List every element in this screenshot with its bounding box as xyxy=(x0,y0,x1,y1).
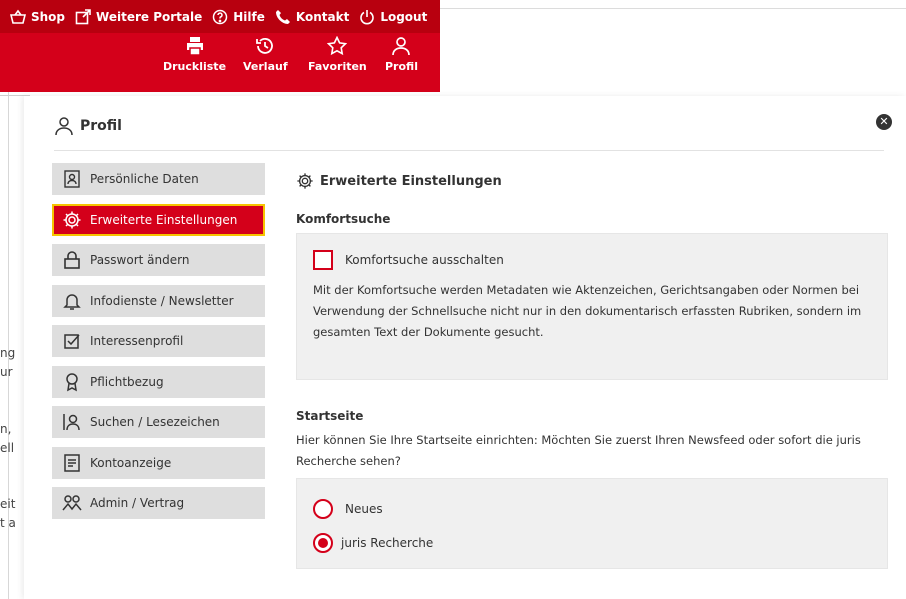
menu-item-suchen-lesezeichen[interactable]: Suchen / Lesezeichen xyxy=(52,406,265,438)
hilfe-link[interactable]: Hilfe xyxy=(212,0,265,33)
menu-item-erweiterte-einstellungen[interactable]: Erweiterte Einstellungen xyxy=(52,203,265,236)
menu-item-persoenliche-daten[interactable]: Persönliche Daten xyxy=(52,163,265,195)
phone-icon xyxy=(275,9,291,25)
option-juris-recherche[interactable]: juris Recherche xyxy=(313,529,871,557)
hilfe-label: Hilfe xyxy=(233,9,265,24)
gear-icon xyxy=(62,210,82,230)
lock-icon xyxy=(62,250,82,270)
menu-item-pflichtbezug[interactable]: Pflichtbezug xyxy=(52,365,265,398)
basket-icon xyxy=(10,9,26,25)
favoriten-label: Favoriten xyxy=(308,60,367,73)
menu-item-label: Infodienste / Newsletter xyxy=(90,293,234,308)
verlauf-label: Verlauf xyxy=(243,60,288,73)
komfortsuche-box: Komfortsuche ausschalten Mit der Komfort… xyxy=(296,233,888,380)
weitere-portale-label: Weitere Portale xyxy=(96,9,203,24)
content-heading: Erweiterte Einstellungen xyxy=(296,172,888,190)
profil-label: Profil xyxy=(385,60,418,73)
modal-title-label: Profil xyxy=(80,118,122,134)
menu-item-label: Admin / Vertrag xyxy=(90,496,185,510)
shop-link[interactable]: Shop xyxy=(10,0,65,33)
logout-label: Logout xyxy=(380,9,428,24)
document-icon xyxy=(62,453,82,473)
menu-item-interessenprofil[interactable]: Interessenprofil xyxy=(52,325,265,357)
komfortsuche-description: Mit der Komfortsuche werden Metadaten wi… xyxy=(313,283,862,339)
gear-icon xyxy=(297,173,313,189)
top-nav: Shop Weitere Portale Hilfe Kontakt Logou… xyxy=(0,0,427,33)
menu-item-label: Interessenprofil xyxy=(90,334,184,348)
person-card-icon xyxy=(62,169,82,189)
komfortsuche-checkbox-label[interactable]: Komfortsuche ausschalten xyxy=(345,253,504,267)
background-text-fragment: ell xyxy=(0,441,15,455)
close-icon: ✕ xyxy=(879,115,889,128)
help-icon xyxy=(212,9,228,25)
modal-title: Profil xyxy=(54,116,122,136)
background-text-fragment: n, xyxy=(0,422,12,436)
star-icon xyxy=(327,36,348,56)
menu-item-passwort-aendern[interactable]: Passwort ändern xyxy=(52,244,265,276)
weitere-portale-link[interactable]: Weitere Portale xyxy=(75,0,202,33)
content-heading-label: Erweiterte Einstellungen xyxy=(320,173,502,189)
option-neues[interactable]: Neues xyxy=(313,495,871,523)
radio-neues-label[interactable]: Neues xyxy=(345,502,383,516)
user-icon xyxy=(392,37,411,56)
radio-selected-dot xyxy=(318,538,328,548)
radio-juris-recherche-label[interactable]: juris Recherche xyxy=(341,536,433,550)
startseite-box: Neues juris Recherche xyxy=(296,478,888,569)
favoriten-button[interactable]: Favoriten xyxy=(308,36,367,73)
users-icon xyxy=(62,493,82,513)
background-text-fragment: ur xyxy=(0,365,13,379)
menu-item-label: Passwort ändern xyxy=(90,253,190,267)
close-button[interactable]: ✕ xyxy=(876,114,892,130)
menu-item-label: Persönliche Daten xyxy=(90,172,199,186)
background-divider xyxy=(440,8,906,9)
radio-juris-recherche[interactable] xyxy=(313,533,333,553)
verlauf-button[interactable]: Verlauf xyxy=(243,36,288,73)
history-icon xyxy=(256,38,274,54)
komfortsuche-checkbox[interactable] xyxy=(313,250,333,270)
checkbox-edit-icon xyxy=(62,331,82,351)
external-link-icon xyxy=(75,8,91,25)
power-icon xyxy=(359,9,375,25)
bell-icon xyxy=(62,291,82,311)
startseite-title: Startseite xyxy=(296,409,364,423)
komfortsuche-title: Komfortsuche xyxy=(296,212,391,226)
modal-divider xyxy=(54,150,884,151)
logout-link[interactable]: Logout xyxy=(359,0,427,33)
radio-neues[interactable] xyxy=(313,499,333,519)
profile-menu: Persönliche Daten Erweiterte Einstellung… xyxy=(52,163,265,528)
menu-item-label: Pflichtbezug xyxy=(90,374,164,389)
komfortsuche-row: Komfortsuche ausschalten xyxy=(313,250,871,270)
user-icon xyxy=(55,117,73,136)
award-icon xyxy=(62,372,82,392)
menu-item-admin-vertrag[interactable]: Admin / Vertrag xyxy=(52,487,265,519)
startseite-description: Hier können Sie Ihre Startseite einricht… xyxy=(296,433,861,468)
kontakt-label: Kontakt xyxy=(295,9,350,24)
printer-icon xyxy=(186,37,203,56)
druckliste-button[interactable]: Druckliste xyxy=(163,36,226,73)
profile-modal: Profil ✕ Persönliche Daten Erweiterte Ei… xyxy=(24,96,906,599)
search-person-icon xyxy=(62,412,82,432)
kontakt-link[interactable]: Kontakt xyxy=(275,0,349,33)
header-bar: Shop Weitere Portale Hilfe Kontakt Logou… xyxy=(0,0,440,92)
menu-item-label: Kontoanzeige xyxy=(90,455,172,470)
shop-label: Shop xyxy=(31,9,66,24)
background-text-fragment: ng xyxy=(0,346,16,360)
profil-button[interactable]: Profil xyxy=(385,36,418,73)
menu-item-kontoanzeige[interactable]: Kontoanzeige xyxy=(52,446,265,479)
background-text-fragment: t a xyxy=(0,516,16,530)
menu-item-label: Suchen / Lesezeichen xyxy=(90,415,220,429)
druckliste-label: Druckliste xyxy=(163,60,227,73)
menu-item-label: Erweiterte Einstellungen xyxy=(90,212,238,227)
settings-content: Erweiterte Einstellungen Komfortsuche Ko… xyxy=(296,172,888,569)
background-text-fragment: eit xyxy=(0,497,16,511)
menu-item-infodienste-newsletter[interactable]: Infodienste / Newsletter xyxy=(52,284,265,317)
